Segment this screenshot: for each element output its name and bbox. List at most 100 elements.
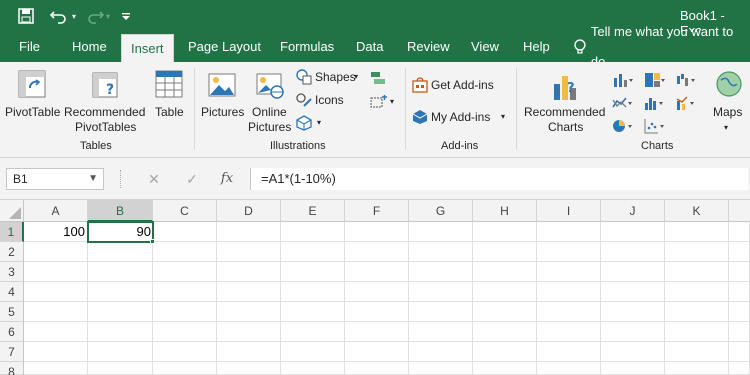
combo-chart-icon[interactable] <box>676 95 698 111</box>
column-header-h[interactable]: H <box>473 200 537 222</box>
grid-cell[interactable] <box>217 342 281 362</box>
grid-cell[interactable] <box>601 302 665 322</box>
grid-cell[interactable] <box>217 222 281 242</box>
formula-bar-grip[interactable] <box>120 170 122 188</box>
grid-cell[interactable] <box>153 322 217 342</box>
grid-cell[interactable] <box>281 282 345 302</box>
grid-cell[interactable] <box>24 322 88 342</box>
scatter-chart-icon[interactable] <box>644 118 666 134</box>
grid-cell[interactable] <box>217 242 281 262</box>
screenshot-icon[interactable] <box>370 94 388 110</box>
grid-cell[interactable] <box>409 322 473 342</box>
grid-cell[interactable] <box>345 262 409 282</box>
grid-cell[interactable] <box>281 222 345 242</box>
grid-cell[interactable] <box>153 342 217 362</box>
row-header-1[interactable]: 1 <box>0 222 24 242</box>
tab-view[interactable]: View <box>471 32 499 62</box>
grid-cell[interactable] <box>537 322 601 342</box>
grid-cell[interactable] <box>281 262 345 282</box>
fill-handle[interactable] <box>150 239 155 244</box>
statistic-chart-icon[interactable] <box>644 95 666 111</box>
grid-cell[interactable] <box>729 262 750 282</box>
grid-cell[interactable] <box>409 222 473 242</box>
column-header-f[interactable]: F <box>345 200 409 222</box>
grid-cell[interactable] <box>345 302 409 322</box>
smartart-icon[interactable] <box>370 70 386 86</box>
grid-cell[interactable] <box>88 302 153 322</box>
waterfall-chart-icon[interactable] <box>676 72 698 88</box>
hierarchy-chart-icon[interactable] <box>644 72 666 88</box>
grid-cell[interactable] <box>665 222 729 242</box>
grid-cell[interactable] <box>153 222 217 242</box>
tab-data[interactable]: Data <box>356 32 383 62</box>
grid-cell[interactable] <box>345 282 409 302</box>
grid-cell[interactable] <box>473 302 537 322</box>
grid-cell[interactable] <box>88 262 153 282</box>
grid-cell[interactable] <box>217 302 281 322</box>
grid-cell[interactable] <box>88 242 153 262</box>
grid-cell[interactable] <box>217 362 281 375</box>
grid-cell[interactable] <box>24 342 88 362</box>
grid-cell[interactable] <box>409 342 473 362</box>
row-header-2[interactable]: 2 <box>0 242 24 262</box>
grid-cell[interactable] <box>281 322 345 342</box>
column-header-i[interactable]: I <box>537 200 601 222</box>
row-header-4[interactable]: 4 <box>0 282 24 302</box>
grid-cell[interactable] <box>601 222 665 242</box>
grid-cell[interactable] <box>729 222 750 242</box>
grid-cell[interactable] <box>24 302 88 322</box>
row-header-3[interactable]: 3 <box>0 262 24 282</box>
grid-cell[interactable] <box>409 362 473 375</box>
grid-cell[interactable] <box>665 282 729 302</box>
tab-home[interactable]: Home <box>72 32 107 62</box>
grid-cell[interactable] <box>409 242 473 262</box>
grid-cell[interactable] <box>729 362 750 375</box>
grid-cell[interactable] <box>473 242 537 262</box>
grid-cell[interactable] <box>345 322 409 342</box>
grid-cell[interactable] <box>601 262 665 282</box>
grid-cell[interactable] <box>665 322 729 342</box>
grid-cell[interactable] <box>24 282 88 302</box>
grid-cell[interactable] <box>601 282 665 302</box>
tab-page-layout[interactable]: Page Layout <box>188 32 261 62</box>
grid-cell[interactable] <box>217 282 281 302</box>
grid-cell[interactable] <box>88 282 153 302</box>
grid-cell[interactable] <box>665 302 729 322</box>
tab-review[interactable]: Review <box>407 32 450 62</box>
grid-cell[interactable] <box>729 282 750 302</box>
formula-input[interactable]: =A1*(1-10%) <box>250 168 748 190</box>
grid-cell[interactable] <box>537 242 601 262</box>
grid-cell[interactable] <box>345 242 409 262</box>
grid-cell[interactable] <box>217 322 281 342</box>
insert-function-icon[interactable]: fx <box>217 168 237 190</box>
column-header-c[interactable]: C <box>153 200 217 222</box>
grid-cell[interactable] <box>345 222 409 242</box>
grid-cell[interactable] <box>601 322 665 342</box>
column-header-j[interactable]: J <box>601 200 665 222</box>
grid-cell[interactable] <box>153 282 217 302</box>
row-header-5[interactable]: 5 <box>0 302 24 322</box>
grid-cell[interactable] <box>473 362 537 375</box>
row-header-6[interactable]: 6 <box>0 322 24 342</box>
column-header-a[interactable]: A <box>24 200 88 222</box>
grid-cell[interactable] <box>88 342 153 362</box>
grid-cell[interactable] <box>537 262 601 282</box>
customize-qat-icon[interactable] <box>121 0 131 32</box>
grid-cell[interactable] <box>409 262 473 282</box>
grid-cell[interactable] <box>88 362 153 375</box>
line-chart-icon[interactable] <box>612 95 634 111</box>
grid-cell[interactable] <box>473 342 537 362</box>
grid-cell[interactable] <box>24 362 88 375</box>
grid-cell[interactable] <box>601 342 665 362</box>
grid-cell[interactable] <box>473 322 537 342</box>
tab-file[interactable]: File <box>19 32 40 62</box>
grid-cell[interactable] <box>153 262 217 282</box>
save-icon[interactable] <box>18 0 34 32</box>
grid-cell[interactable] <box>153 242 217 262</box>
grid-cell[interactable] <box>409 282 473 302</box>
grid-cell[interactable] <box>537 222 601 242</box>
pie-chart-icon[interactable] <box>612 118 634 134</box>
redo-dropdown-icon[interactable]: ▾ <box>106 0 110 32</box>
tab-insert[interactable]: Insert <box>121 34 174 62</box>
cell-b1[interactable]: 90 <box>87 221 154 243</box>
